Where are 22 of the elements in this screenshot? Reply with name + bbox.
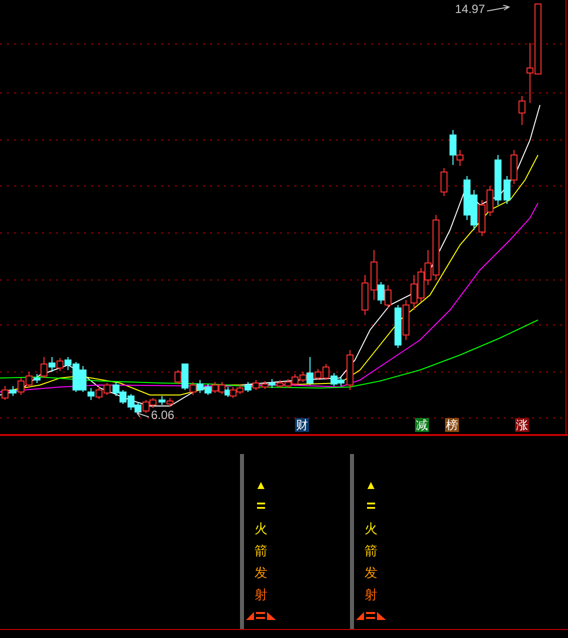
up-arrow-glyph: ▲ (255, 477, 267, 494)
marker-badge: 榜 (445, 418, 459, 432)
up-arrow-glyph: ▲ (365, 477, 377, 494)
high-price-label: 14.97 (455, 3, 486, 15)
marker-badge: 减 (415, 418, 429, 432)
pointer-arrow-icon (487, 5, 512, 13)
marker-badge: 财 (295, 418, 309, 432)
low-price-label: 6.06 (151, 409, 174, 421)
signal-character: 火 (364, 520, 378, 538)
signal-character: 火 (254, 520, 268, 538)
signal-base-icon (246, 610, 276, 620)
signal-character: 发 (364, 564, 378, 582)
signal-character: 箭 (364, 542, 378, 560)
equals-glyph: = (366, 498, 376, 516)
signal-character: 射 (254, 586, 268, 604)
signal-character: 发 (254, 564, 268, 582)
equals-glyph: = (256, 498, 266, 516)
marker-badge: 涨 (515, 418, 529, 432)
signal-base-icon (356, 610, 386, 620)
signal-character: 箭 (254, 542, 268, 560)
pointer-arrow-icon (136, 411, 150, 419)
signal-character: 射 (364, 586, 378, 604)
